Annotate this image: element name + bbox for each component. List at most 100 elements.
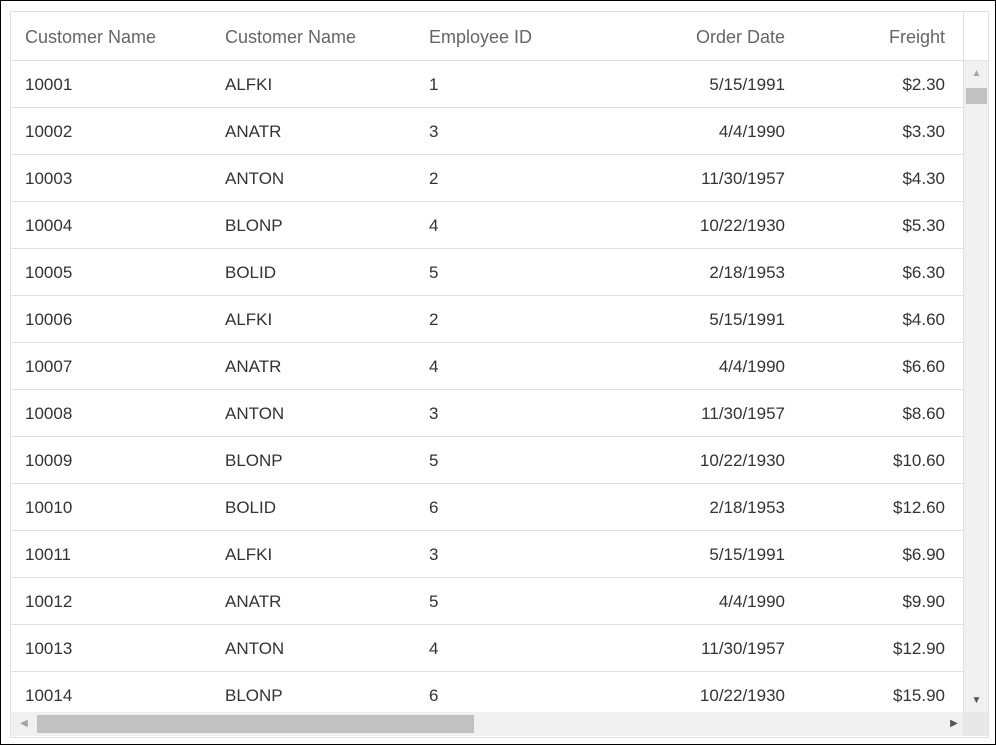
vertical-scrollbar[interactable]: ▲ ▼	[963, 61, 988, 712]
cell-customer-name: ALFKI	[225, 75, 273, 94]
cell-order-date: 4/4/1990	[718, 122, 785, 141]
cell-order-id: 10006	[25, 310, 73, 329]
cell-freight: $6.30	[902, 263, 945, 282]
vertical-scroll-thumb[interactable]	[966, 88, 987, 104]
cell-employee-id: 5	[429, 451, 439, 470]
cell-customer-name: BOLID	[225, 498, 277, 517]
cell-freight: $8.60	[902, 404, 945, 423]
cell-freight: $6.90	[902, 545, 945, 564]
cell-order-id: 10008	[25, 404, 73, 423]
table-row[interactable]: 10006 ALFKI 2 5/15/1991 $4.60	[11, 296, 963, 343]
cell-freight: $2.30	[902, 75, 945, 94]
cell-order-date: 2/18/1953	[709, 263, 785, 282]
cell-freight: $3.30	[902, 122, 945, 141]
cell-order-id: 10013	[25, 639, 73, 658]
scroll-right-arrow-icon[interactable]: ▶	[945, 712, 963, 736]
table-row[interactable]: 10011 ALFKI 3 5/15/1991 $6.90	[11, 531, 963, 578]
table-row[interactable]: 10014 BLONP 6 10/22/1930 $15.90	[11, 672, 963, 712]
cell-employee-id: 1	[429, 75, 439, 94]
horizontal-scrollbar[interactable]: ◀ ▶	[11, 712, 963, 736]
table-row[interactable]: 10009 BLONP 5 10/22/1930 $10.60	[11, 437, 963, 484]
column-header-customer-name[interactable]: Customer Name	[25, 12, 195, 60]
column-header-customer-name-2[interactable]: Customer Name	[225, 12, 395, 60]
cell-freight: $12.90	[893, 639, 945, 658]
cell-employee-id: 5	[429, 263, 439, 282]
column-header-employee-id[interactable]: Employee ID	[429, 12, 599, 60]
cell-freight: $6.60	[902, 357, 945, 376]
cell-customer-name: BLONP	[225, 686, 283, 705]
cell-order-id: 10001	[25, 75, 73, 94]
cell-order-date: 10/22/1930	[699, 216, 785, 235]
cell-order-date: 5/15/1991	[709, 310, 785, 329]
cell-employee-id: 6	[429, 686, 439, 705]
cell-order-id: 10009	[25, 451, 73, 470]
table-row[interactable]: 10010 BOLID 6 2/18/1953 $12.60	[11, 484, 963, 531]
cell-customer-name: ANATR	[225, 122, 282, 141]
cell-order-date: 10/22/1930	[699, 686, 785, 705]
cell-employee-id: 2	[429, 310, 439, 329]
cell-employee-id: 3	[429, 545, 439, 564]
cell-customer-name: BOLID	[225, 263, 277, 282]
cell-freight: $9.90	[902, 592, 945, 611]
table-row[interactable]: 10012 ANATR 5 4/4/1990 $9.90	[11, 578, 963, 625]
data-grid: Customer Name Customer Name Employee ID …	[10, 11, 989, 738]
table-row[interactable]: 10007 ANATR 4 4/4/1990 $6.60	[11, 343, 963, 390]
cell-order-date: 5/15/1991	[709, 75, 785, 94]
table-row[interactable]: 10003 ANTON 2 11/30/1957 $4.30	[11, 155, 963, 202]
cell-employee-id: 6	[429, 498, 439, 517]
cell-order-id: 10003	[25, 169, 73, 188]
table-row[interactable]: 10013 ANTON 4 11/30/1957 $12.90	[11, 625, 963, 672]
cell-order-date: 11/30/1957	[701, 169, 785, 188]
cell-employee-id: 4	[429, 639, 439, 658]
cell-order-id: 10004	[25, 216, 73, 235]
table-row[interactable]: 10004 BLONP 4 10/22/1930 $5.30	[11, 202, 963, 249]
cell-customer-name: BLONP	[225, 216, 283, 235]
cell-order-date: 10/22/1930	[699, 451, 785, 470]
cell-customer-name: ALFKI	[225, 310, 273, 329]
cell-order-date: 4/4/1990	[718, 592, 785, 611]
column-header-order-date[interactable]: Order Date	[611, 12, 785, 60]
cell-order-date: 2/18/1953	[709, 498, 785, 517]
cell-freight: $4.60	[902, 310, 945, 329]
cell-customer-name: BLONP	[225, 451, 283, 470]
cell-order-id: 10005	[25, 263, 73, 282]
scroll-left-arrow-icon[interactable]: ◀	[15, 712, 33, 736]
cell-employee-id: 4	[429, 216, 439, 235]
scroll-up-arrow-icon[interactable]: ▲	[964, 66, 988, 82]
cell-employee-id: 2	[429, 169, 439, 188]
scroll-down-arrow-icon[interactable]: ▼	[964, 693, 988, 709]
cell-order-id: 10011	[25, 545, 72, 564]
cell-customer-name: ALFKI	[225, 545, 273, 564]
header-scrollbar-spacer	[963, 12, 988, 61]
cell-employee-id: 4	[429, 357, 439, 376]
cell-order-id: 10002	[25, 122, 73, 141]
table-row[interactable]: 10005 BOLID 5 2/18/1953 $6.30	[11, 249, 963, 296]
cell-employee-id: 5	[429, 592, 439, 611]
cell-order-id: 10012	[25, 592, 73, 611]
cell-order-date: 4/4/1990	[718, 357, 785, 376]
table-row[interactable]: 10008 ANTON 3 11/30/1957 $8.60	[11, 390, 963, 437]
window-frame: Customer Name Customer Name Employee ID …	[0, 0, 996, 745]
cell-customer-name: ANATR	[225, 592, 282, 611]
horizontal-scroll-thumb[interactable]	[37, 715, 474, 733]
cell-order-id: 10007	[25, 357, 73, 376]
table-row[interactable]: 10001 ALFKI 1 5/15/1991 $2.30	[11, 61, 963, 108]
cell-customer-name: ANATR	[225, 357, 282, 376]
cell-order-id: 10014	[25, 686, 73, 705]
cell-order-date: 5/15/1991	[709, 545, 785, 564]
cell-order-id: 10010	[25, 498, 73, 517]
table-row[interactable]: 10002 ANATR 3 4/4/1990 $3.30	[11, 108, 963, 155]
cell-employee-id: 3	[429, 122, 439, 141]
cell-customer-name: ANTON	[225, 639, 285, 658]
cell-order-date: 11/30/1957	[701, 404, 785, 423]
cell-order-date: 11/30/1957	[701, 639, 785, 658]
cell-freight: $10.60	[893, 451, 945, 470]
cell-freight: $12.60	[893, 498, 945, 517]
cell-customer-name: ANTON	[225, 404, 285, 423]
grid-header-row: Customer Name Customer Name Employee ID …	[11, 12, 963, 61]
cell-freight: $5.30	[902, 216, 945, 235]
cell-freight: $4.30	[902, 169, 945, 188]
cell-freight: $15.90	[893, 686, 945, 705]
scrollbar-corner	[963, 712, 988, 736]
column-header-freight[interactable]: Freight	[811, 12, 945, 60]
